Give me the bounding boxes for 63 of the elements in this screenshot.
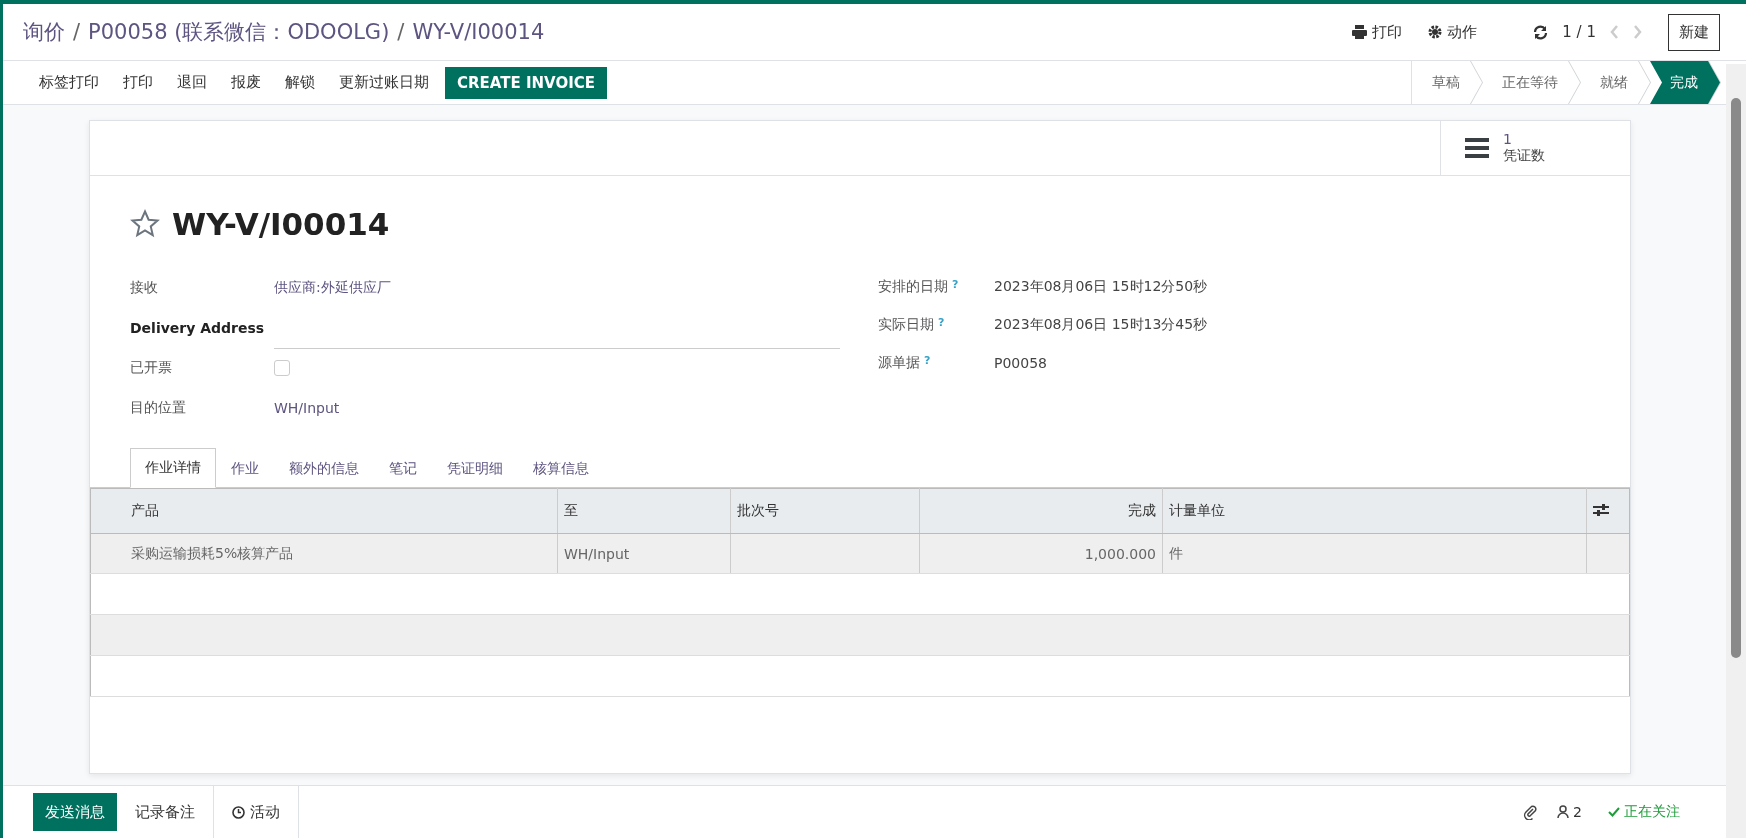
notebook-tab[interactable]: 额外的信息 [274, 448, 374, 488]
action-button[interactable]: 打印 [111, 66, 165, 99]
field-label: 实际日期 [878, 316, 934, 334]
send-message-button[interactable]: 发送消息 [33, 793, 117, 831]
notebook-tab[interactable]: 笔记 [374, 448, 432, 488]
person-icon [1557, 805, 1570, 819]
breadcrumb-link[interactable]: WY-V/I00014 [412, 20, 545, 44]
voucher-count-button[interactable]: 1 凭证数 [1440, 121, 1630, 175]
column-header[interactable]: 批次号 [730, 488, 920, 534]
action-button[interactable]: 解锁 [273, 66, 327, 99]
status-stage[interactable]: 完成 [1650, 61, 1720, 104]
breadcrumb-link[interactable]: 询价 [23, 18, 65, 46]
action-button[interactable]: 标签打印 [27, 66, 111, 99]
record-title: WY-V/I00014 [172, 206, 390, 242]
previous-icon[interactable] [1610, 25, 1619, 39]
field-link[interactable]: WH/Input [274, 400, 340, 416]
action-menu-button[interactable]: 动作 [1428, 22, 1478, 42]
column-header[interactable]: 完成 [919, 488, 1163, 534]
column-header[interactable]: 产品 [90, 488, 558, 534]
action-button[interactable]: 更新过账日期 [327, 66, 441, 99]
printer-icon [1352, 25, 1368, 39]
checkbox[interactable] [274, 360, 290, 376]
notebook-tab[interactable]: 作业 [216, 448, 274, 488]
scrollbar[interactable] [1726, 64, 1746, 838]
column-header[interactable]: 计量单位 [1162, 488, 1587, 534]
followers-button[interactable]: 2 [1551, 803, 1588, 821]
new-button[interactable]: 新建 [1668, 13, 1720, 51]
notebook-tab[interactable]: 凭证明细 [432, 448, 518, 488]
star-icon[interactable] [130, 209, 160, 239]
following-button[interactable]: 正在关注 [1602, 802, 1686, 822]
check-icon [1608, 807, 1620, 817]
breadcrumb-separator: / [73, 20, 81, 44]
field-value: 2023年08月06日 15时13分45秒 [994, 316, 1208, 334]
field-label: 已开票 [130, 358, 173, 377]
table-cell: 1,000.000 [1084, 545, 1156, 562]
table-cell: 件 [1169, 544, 1183, 561]
menu-icon [1465, 138, 1489, 158]
pager-value: 1 / 1 [1562, 23, 1596, 41]
action-button[interactable]: 退回 [165, 66, 219, 99]
paperclip-icon[interactable] [1523, 804, 1538, 820]
notebook-tab[interactable]: 作业详情 [130, 448, 216, 488]
gear-icon [1428, 25, 1443, 39]
next-icon[interactable] [1633, 25, 1642, 39]
field-label: 安排的日期 [878, 278, 948, 296]
field-label: Delivery Address [130, 319, 266, 338]
field-label: 接收 [130, 278, 159, 297]
table-cell: WH/Input [564, 545, 630, 562]
notebook-tab[interactable]: 核算信息 [518, 448, 604, 488]
column-header[interactable]: 至 [557, 488, 731, 534]
field-value: 2023年08月06日 15时12分50秒 [994, 278, 1208, 296]
print-button[interactable]: 打印 [1352, 22, 1403, 42]
clock-icon [232, 805, 245, 819]
column-settings-icon[interactable] [1593, 502, 1609, 517]
create-invoice-button[interactable]: CREATE INVOICE [445, 66, 608, 99]
breadcrumb-separator: / [397, 20, 405, 44]
table-cell: 采购运输损耗5%核算产品 [131, 544, 294, 561]
field-link[interactable]: 供应商:外延供应厂 [274, 279, 391, 297]
field-value: P00058 [994, 355, 1048, 371]
breadcrumb-link[interactable]: P00058 (联系微信：ODOOLG) [88, 18, 390, 46]
field-label: 源单据 [878, 354, 920, 372]
action-button[interactable]: 报废 [219, 66, 273, 99]
field-label: 目的位置 [130, 398, 187, 417]
refresh-icon[interactable] [1533, 24, 1549, 40]
